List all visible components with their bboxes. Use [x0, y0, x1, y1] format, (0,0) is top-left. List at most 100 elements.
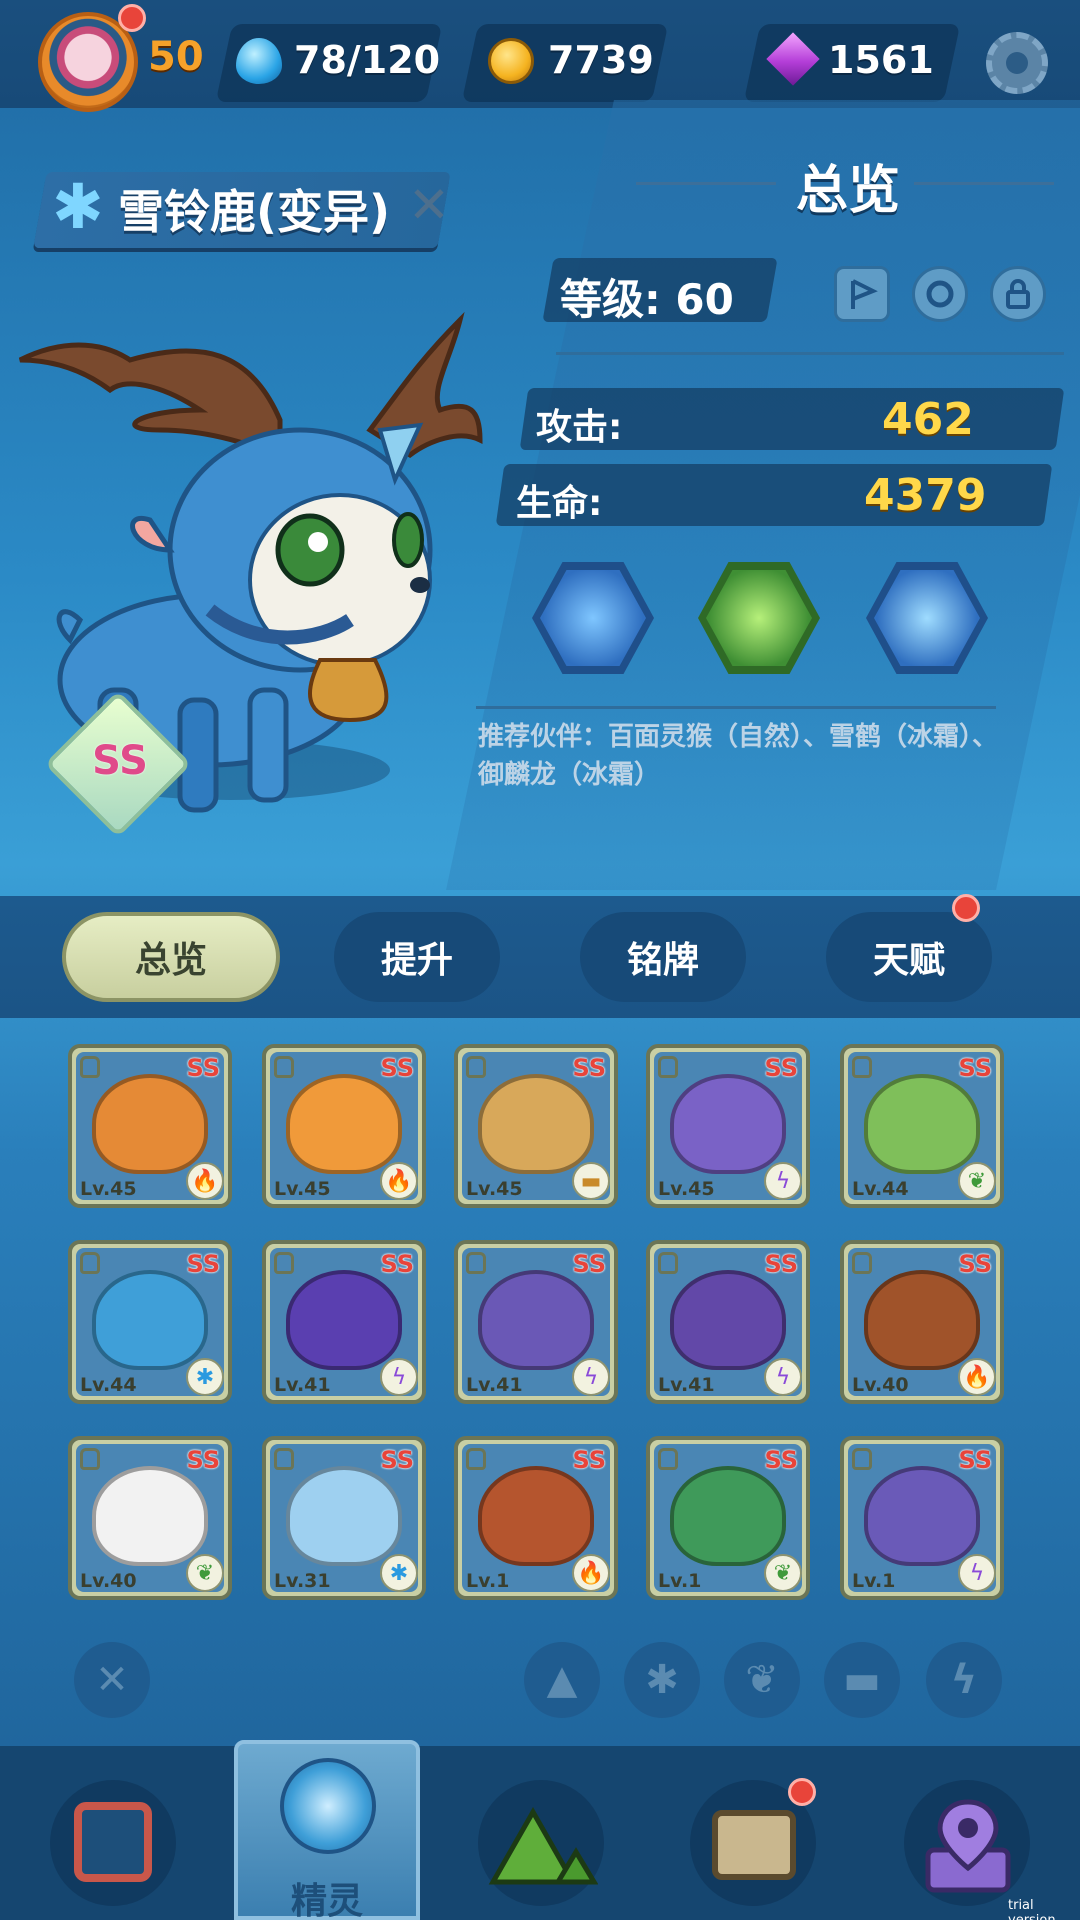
- tab-label: 铭牌: [626, 940, 699, 981]
- rank-label: SS: [572, 1446, 607, 1474]
- rank-label: SS: [92, 738, 148, 784]
- mountain-icon: [488, 1806, 598, 1885]
- pet-portrait: [92, 1074, 208, 1174]
- fire-filter-icon[interactable]: ▲: [524, 1642, 600, 1718]
- settings-gear-icon[interactable]: [986, 32, 1048, 94]
- pet-portrait: [864, 1074, 980, 1174]
- coins-value: 7739: [548, 38, 654, 82]
- coin-icon: [488, 38, 534, 84]
- pet-card[interactable]: SS Lv.45 ▬: [454, 1044, 618, 1208]
- pet-portrait: [670, 1466, 786, 1566]
- pet-card[interactable]: SS Lv.45 ϟ: [646, 1044, 810, 1208]
- hp-value: 4379: [864, 470, 987, 521]
- pet-card[interactable]: SS Lv.45 🔥: [68, 1044, 232, 1208]
- pet-card[interactable]: SS Lv.1 ϟ: [840, 1436, 1004, 1600]
- thunder-element-icon: ϟ: [572, 1358, 610, 1396]
- leaf-diamond-icon: [706, 570, 812, 666]
- thunder-filter-icon[interactable]: ϟ: [926, 1642, 1002, 1718]
- earth-element-icon: ▬: [572, 1162, 610, 1200]
- pet-portrait: [92, 1270, 208, 1370]
- pet-portrait: [286, 1270, 402, 1370]
- hp-label: 生命:: [516, 483, 603, 524]
- talent-notification-dot: [952, 894, 980, 922]
- rank-label: SS: [572, 1054, 607, 1082]
- tab-label: 提升: [380, 940, 453, 981]
- close-icon[interactable]: ✕: [408, 176, 450, 234]
- lock-icon: [80, 1252, 100, 1274]
- avatar-notification-dot: [118, 4, 146, 32]
- level-label: Lv.31: [274, 1570, 331, 1592]
- lock-icon: [658, 1056, 678, 1078]
- pet-portrait: [286, 1074, 402, 1174]
- level-label: Lv.45: [80, 1178, 137, 1200]
- flag-button[interactable]: [834, 266, 890, 322]
- target-button[interactable]: [912, 266, 968, 322]
- lock-icon: [466, 1056, 486, 1078]
- ice-element-icon: ✱: [52, 170, 104, 243]
- level-label: 等级: 60: [560, 275, 734, 324]
- pet-portrait: [864, 1270, 980, 1370]
- level-label: Lv.40: [852, 1374, 909, 1396]
- attack-label: 攻击:: [536, 407, 623, 448]
- lock-icon: [466, 1448, 486, 1470]
- rank-label: SS: [764, 1250, 799, 1278]
- level-label: Lv.1: [658, 1570, 702, 1592]
- level-label: Lv.41: [274, 1374, 331, 1396]
- pet-card[interactable]: SS Lv.45 🔥: [262, 1044, 426, 1208]
- nature-element-icon: ❦: [764, 1554, 802, 1592]
- pet-portrait: [92, 1466, 208, 1566]
- rank-label: SS: [186, 1250, 221, 1278]
- chest-icon: [712, 1810, 796, 1880]
- rank-label: SS: [380, 1054, 415, 1082]
- separator: [476, 706, 996, 709]
- level-label: Lv.45: [658, 1178, 715, 1200]
- thunder-element-icon: ϟ: [764, 1162, 802, 1200]
- tab-overview[interactable]: 总览: [62, 912, 280, 1002]
- tab-nameplate[interactable]: 铭牌: [580, 912, 746, 1002]
- level-label: Lv.1: [852, 1570, 896, 1592]
- lock-icon: [274, 1252, 294, 1274]
- thunder-element-icon: ϟ: [380, 1358, 418, 1396]
- nav-location-button[interactable]: [904, 1780, 1030, 1906]
- lock-icon: [852, 1252, 872, 1274]
- pet-card[interactable]: SS Lv.1 🔥: [454, 1436, 618, 1600]
- earth-filter-icon[interactable]: ▬: [824, 1642, 900, 1718]
- decor-line-left: [636, 182, 776, 185]
- pet-card[interactable]: SS Lv.41 ϟ: [646, 1240, 810, 1404]
- fire-element-icon: 🔥: [572, 1554, 610, 1592]
- water-drop-icon: [236, 38, 282, 84]
- clear-filter-icon[interactable]: ✕: [74, 1642, 150, 1718]
- rank-label: SS: [380, 1446, 415, 1474]
- backpack-icon: [74, 1802, 152, 1882]
- pet-card[interactable]: SS Lv.41 ϟ: [454, 1240, 618, 1404]
- lock-button[interactable]: [990, 266, 1046, 322]
- pet-card[interactable]: SS Lv.40 ❦: [68, 1436, 232, 1600]
- pet-card[interactable]: SS Lv.41 ϟ: [262, 1240, 426, 1404]
- pet-card[interactable]: SS Lv.44 ✱: [68, 1240, 232, 1404]
- pet-portrait: [478, 1074, 594, 1174]
- pet-portrait: [864, 1466, 980, 1566]
- pet-portrait: [670, 1074, 786, 1174]
- pet-card[interactable]: SS Lv.1 ❦: [646, 1436, 810, 1600]
- nav-map-button[interactable]: [478, 1780, 604, 1906]
- attack-value: 462: [882, 394, 974, 445]
- watermark: trial version: [1008, 1898, 1056, 1920]
- ice-element-icon: ✱: [380, 1554, 418, 1592]
- lock-icon: [274, 1056, 294, 1078]
- level-label: Lv.44: [80, 1374, 137, 1396]
- separator: [556, 352, 1064, 355]
- ice-filter-icon[interactable]: ✱: [624, 1642, 700, 1718]
- tab-talent[interactable]: 天赋: [826, 912, 992, 1002]
- lock-icon: [852, 1448, 872, 1470]
- pet-card[interactable]: SS Lv.44 ❦: [840, 1044, 1004, 1208]
- rank-label: SS: [186, 1054, 221, 1082]
- nav-backpack-button[interactable]: [50, 1780, 176, 1906]
- decor-line-right: [914, 182, 1054, 185]
- tab-upgrade[interactable]: 提升: [334, 912, 500, 1002]
- nature-element-icon: ❦: [186, 1554, 224, 1592]
- pet-card[interactable]: SS Lv.31 ✱: [262, 1436, 426, 1600]
- level-label: Lv.41: [658, 1374, 715, 1396]
- pet-card[interactable]: SS Lv.40 🔥: [840, 1240, 1004, 1404]
- nature-filter-icon[interactable]: ❦: [724, 1642, 800, 1718]
- thunder-element-icon: ϟ: [958, 1554, 996, 1592]
